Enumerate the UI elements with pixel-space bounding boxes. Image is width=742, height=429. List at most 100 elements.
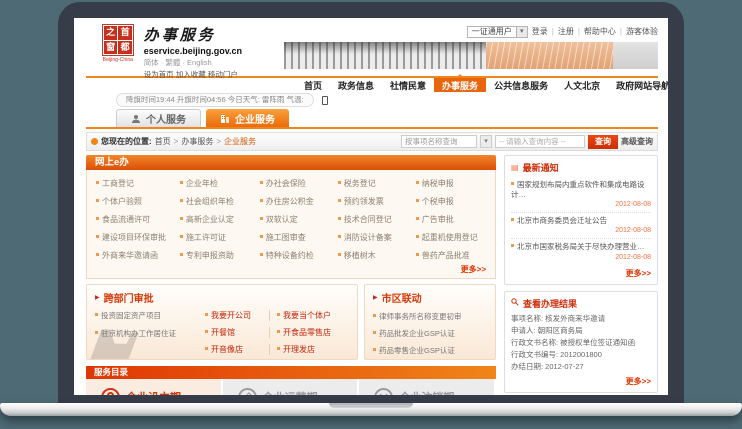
results-more-link[interactable]: 更多>>	[511, 376, 651, 387]
arrow-icon: ▶	[95, 294, 100, 301]
eban-link[interactable]: 办住房公积金	[260, 196, 338, 207]
laptop-base	[0, 403, 742, 416]
cross-dept-red-link[interactable]: 开食品零售店	[277, 327, 349, 338]
eban-link[interactable]: 专利申报资助	[180, 250, 260, 261]
tab-label: 企业服务	[235, 111, 275, 126]
city-district-more-link[interactable]: 更多>>	[373, 359, 487, 360]
eban-link[interactable]: 食品流通许可	[96, 214, 180, 225]
cross-dept-red-link[interactable]: 我要开公司	[205, 310, 270, 321]
eban-link[interactable]: 施工图审查	[260, 232, 338, 243]
eban-link[interactable]: 高新企业认定	[180, 214, 260, 225]
chevron-down-icon[interactable]: ▾	[480, 135, 492, 148]
divider: |	[578, 27, 580, 36]
sidebar: ▤ 最新通知 国家规划布局内重点软件和集成电路设计… 2012-08-08 北京…	[504, 155, 658, 395]
tab-enterprise-services[interactable]: 企业服务	[206, 109, 289, 127]
notice-item[interactable]: 国家规划布局内重点软件和集成电路设计… 2012-08-08	[511, 177, 651, 213]
banner-gray-section	[284, 42, 486, 69]
eban-link[interactable]: 外商来华邀请函	[96, 250, 180, 261]
breadcrumb-home[interactable]: 首页	[155, 136, 171, 147]
tab-personal-services[interactable]: 个人服务	[116, 109, 201, 127]
eban-link[interactable]: 预约领发票	[338, 196, 416, 207]
nav-item-public-info[interactable]: 公共信息服务	[486, 78, 556, 92]
city-district-link[interactable]: 药品批发企业GSP认证	[373, 328, 487, 339]
login-link[interactable]: 登录	[532, 26, 548, 37]
city-district-box: ▶ 市区联动 律师事务所名称变更初审 药品批发企业GSP认证 药品零售企业GSP…	[364, 284, 496, 360]
login-bar: 一证通用户 ▾ 登录| 注册| 帮助中心| 游客体验	[467, 24, 658, 39]
edit-icon	[238, 388, 257, 396]
eban-link[interactable]: 工商登记	[96, 178, 180, 189]
eban-link[interactable]: 兽药产品批准	[416, 250, 486, 261]
processing-results-box: 查看办理结果 事项名称: 核发外商来华邀请 申请人: 朝阳区商务局 行政文书名称…	[504, 291, 658, 393]
notices-more-link[interactable]: 更多>>	[511, 268, 651, 279]
cross-dept-link[interactable]: 驻京机构办工作居住证	[95, 328, 205, 339]
breadcrumb-separator: >	[174, 137, 179, 146]
catalog-header: 服务目录	[86, 366, 496, 379]
eban-link[interactable]: 施工许可证	[180, 232, 260, 243]
cross-dept-link[interactable]: 投资固定资产项目	[95, 310, 205, 321]
cross-dept-left: 投资固定资产项目 驻京机构办工作居住证	[95, 310, 205, 355]
nav-item-home[interactable]: 首页	[296, 78, 330, 92]
catalog-label: 企业设立期	[126, 389, 181, 395]
building-icon	[220, 113, 230, 123]
notices-title: ▤ 最新通知	[511, 161, 651, 174]
search-category-select[interactable]: 按事项名称查询	[401, 135, 477, 148]
mobile-icon[interactable]	[322, 96, 328, 105]
nav-item-gov-info[interactable]: 政务信息	[330, 78, 382, 92]
eban-link[interactable]: 个体户验照	[96, 196, 180, 207]
eban-link[interactable]: 双软认定	[260, 214, 338, 225]
laptop-frame: 之 首 窗 都 Beijing-China 办事服务 eservice.beij…	[58, 2, 684, 403]
guest-experience-link[interactable]: 游客体验	[626, 26, 658, 37]
eban-more-link[interactable]: 更多>>	[96, 264, 486, 275]
city-district-link[interactable]: 律师事务所名称变更初审	[373, 311, 487, 322]
eban-link[interactable]: 起重机使用登记	[416, 232, 486, 243]
nav-item-public-opinion[interactable]: 社情民意	[382, 78, 434, 92]
breadcrumb-separator: >	[216, 137, 221, 146]
cross-dept-title: ▶ 跨部门审批	[95, 290, 349, 305]
eban-link[interactable]: 广告审批	[416, 214, 486, 225]
eban-link[interactable]: 技术合同登记	[338, 214, 416, 225]
eban-panel-body: 工商登记 企业年检 办社会保险 税务登记 纳税申报 个体户验照 社会组织年检 办…	[86, 170, 496, 279]
user-type-select[interactable]: 一证通用户 ▾	[467, 26, 528, 38]
breadcrumb-eservice[interactable]: 办事服务	[181, 136, 213, 147]
register-link[interactable]: 注册	[558, 26, 574, 37]
eban-link[interactable]: 办社会保险	[260, 178, 338, 189]
notice-item[interactable]: 北京市商务委员会迁址公告 2012-08-08	[511, 213, 651, 239]
eban-link[interactable]: 建设项目环保审批	[96, 232, 180, 243]
notice-text: 国家规划布局内重点软件和集成电路设计…	[511, 180, 651, 200]
seal-char: 都	[118, 41, 132, 55]
eban-link[interactable]: 消防设计备案	[338, 232, 416, 243]
quick-links[interactable]: 设为首页 加入收藏 移动门户	[144, 69, 284, 80]
catalog-item-setup-phase[interactable]: 企业设立期	[86, 379, 223, 395]
nav-item-gov-site-nav[interactable]: 政府网站导航	[608, 78, 668, 92]
cross-dept-red-link[interactable]: 开理发店	[277, 344, 349, 355]
catalog-item-operation-phase[interactable]: 企业运营期	[223, 379, 360, 395]
advanced-search-link[interactable]: 高级查询	[621, 136, 653, 147]
city-district-link[interactable]: 药品零售企业GSP认证	[373, 345, 487, 356]
help-center-link[interactable]: 帮助中心	[584, 26, 616, 37]
search-input[interactable]	[495, 135, 585, 148]
notice-date: 2012-08-08	[511, 227, 651, 234]
eban-link[interactable]: 企业年检	[180, 178, 260, 189]
magnifier-icon	[511, 298, 519, 308]
nav-item-humanistic-beijing[interactable]: 人文北京	[556, 78, 608, 92]
eban-link[interactable]: 特种设备约检	[260, 250, 338, 261]
cross-dept-red-link[interactable]: 我要当个体户	[277, 310, 349, 321]
tab-label: 个人服务	[146, 111, 186, 126]
beijing-china-logo[interactable]: 之 首 窗 都 Beijing-China	[100, 24, 136, 74]
search-button[interactable]: 查询	[588, 135, 618, 149]
results-title: 查看办理结果	[511, 297, 651, 310]
notice-item[interactable]: 北京市国家税务局关于尽快办理营业… 2012-08-08	[511, 239, 651, 264]
logo-caption: Beijing-China	[103, 57, 133, 62]
eban-link[interactable]: 纳税申报	[416, 178, 486, 189]
catalog-item-cancellation-phase[interactable]: 企业注销期	[359, 379, 496, 395]
language-links[interactable]: 简体 · 繁體 · English	[144, 57, 284, 68]
divider: |	[552, 27, 554, 36]
eban-link[interactable]: 移植树木	[338, 250, 416, 261]
eban-link[interactable]: 社会组织年检	[180, 196, 260, 207]
cross-dept-red-link[interactable]: 开音像店	[205, 344, 270, 355]
nav-item-eservice[interactable]: 办事服务	[434, 78, 486, 92]
eban-link[interactable]: 个税申报	[416, 196, 486, 207]
service-catalog: 服务目录 企业设立期	[86, 366, 496, 395]
eban-link[interactable]: 税务登记	[338, 178, 416, 189]
cross-dept-red-link[interactable]: 开餐馆	[205, 327, 270, 338]
